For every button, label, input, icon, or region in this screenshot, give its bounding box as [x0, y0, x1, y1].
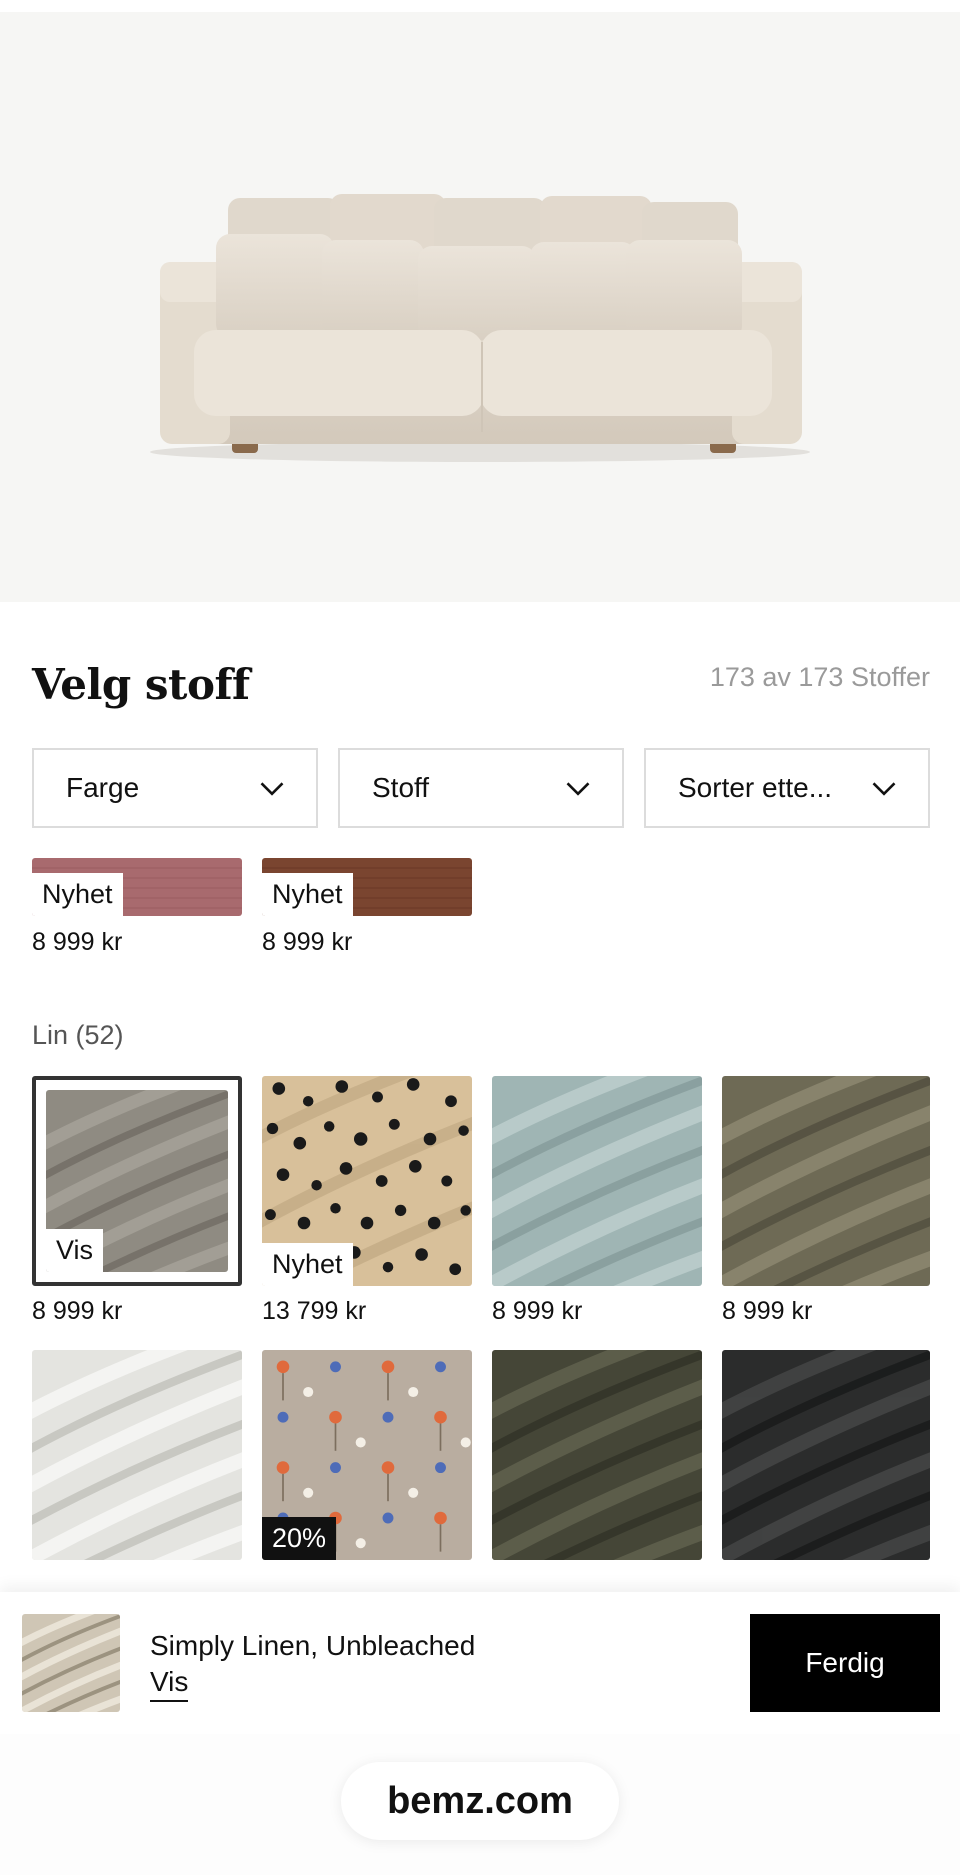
new-badge: Nyhet: [262, 873, 353, 916]
fabric-swatch[interactable]: Nyhet: [262, 858, 472, 916]
fabric-texture: [22, 1614, 120, 1712]
sofa-illustration: [150, 194, 810, 462]
fabric-price: 8 999 kr: [32, 928, 123, 956]
filter-label: Stoff: [372, 772, 430, 803]
product-hero-image: [0, 12, 960, 602]
filter-fabric-dropdown[interactable]: Stoff: [338, 748, 624, 828]
page-title: Velg stoff: [32, 660, 250, 709]
filter-color-dropdown[interactable]: Farge: [32, 748, 318, 828]
fabric-count: 173 av 173 Stoffer: [709, 662, 930, 692]
done-button[interactable]: Ferdig: [750, 1614, 940, 1712]
filter-label: Farge: [66, 772, 140, 803]
fabric-swatch[interactable]: 20%: [262, 1350, 472, 1560]
new-badge: Nyhet: [32, 873, 123, 916]
fabric-swatch[interactable]: [722, 1350, 930, 1560]
fabric-price: 8 999 kr: [722, 1297, 813, 1325]
fabric-texture: [722, 1076, 930, 1286]
fabric-texture: [492, 1076, 702, 1286]
fabric-texture: [722, 1350, 930, 1560]
selection-bar: Simply Linen, Unbleached Vis Ferdig: [0, 1592, 960, 1734]
fabric-swatch[interactable]: [722, 1076, 930, 1286]
fabric-swatch[interactable]: Nyhet: [32, 858, 242, 916]
discount-badge: 20%: [262, 1517, 337, 1560]
selected-fabric-thumbnail: [22, 1614, 120, 1712]
new-badge: Nyhet: [262, 1243, 353, 1286]
view-badge[interactable]: Vis: [46, 1229, 104, 1272]
chevron-down-icon: [872, 782, 896, 796]
sort-dropdown[interactable]: Sorter ette...: [644, 748, 930, 828]
fabric-price: 8 999 kr: [262, 928, 353, 956]
fabric-texture: [32, 1350, 242, 1560]
section-label: Lin (52): [32, 1020, 124, 1050]
fabric-swatch[interactable]: [32, 1350, 242, 1560]
fabric-swatch-selected[interactable]: Vis: [46, 1090, 228, 1272]
fabric-price: 13 799 kr: [262, 1297, 367, 1325]
chevron-down-icon: [566, 782, 590, 796]
fabric-texture: [492, 1350, 702, 1560]
fabric-price: 8 999 kr: [492, 1297, 583, 1325]
filter-label: Sorter ette...: [678, 772, 833, 803]
fabric-swatch[interactable]: [492, 1350, 702, 1560]
chevron-down-icon: [260, 782, 284, 796]
selected-fabric-name: Simply Linen, Unbleached: [150, 1630, 476, 1661]
url-bar[interactable]: bemz.com: [341, 1762, 619, 1840]
view-fabric-link[interactable]: Vis: [150, 1666, 189, 1702]
fabric-price: 8 999 kr: [32, 1297, 123, 1325]
fabric-swatch[interactable]: Nyhet: [262, 1076, 472, 1286]
fabric-swatch[interactable]: [492, 1076, 702, 1286]
